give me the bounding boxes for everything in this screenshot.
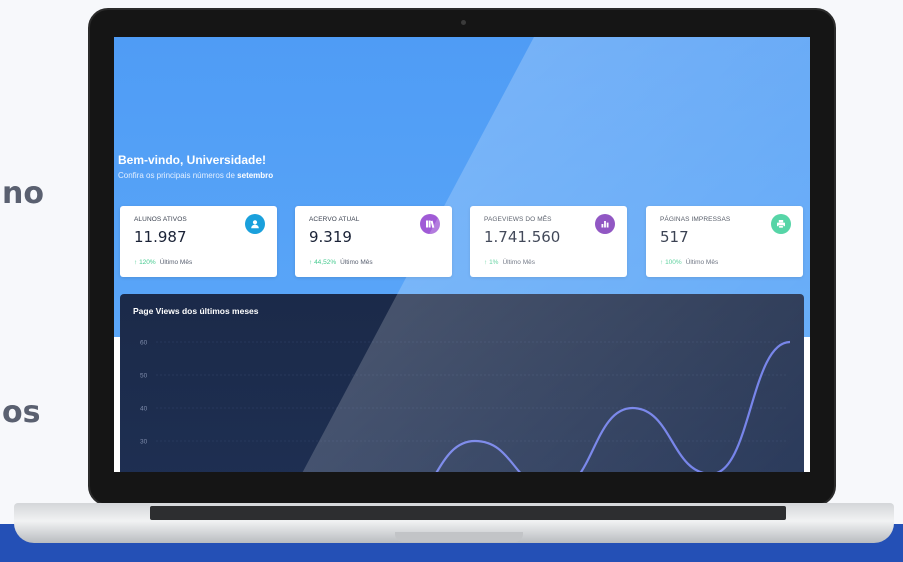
subtitle-prefix: Confira os principais números de [118,171,238,180]
trend-value: 44,52% [314,259,337,266]
camera-icon [461,20,466,25]
y-tick-label: 60 [140,340,148,347]
trend-ref: Último Mês [685,259,719,266]
stage: no os Bem-vindo, Universidade! Confira o… [0,0,903,562]
books-icon [420,214,440,234]
dashboard-hero: Bem-vindo, Universidade! Confira os prin… [114,37,810,337]
trend-ref: Último Mês [502,259,535,266]
stat-trend: ↑ 120% Último Mês [134,259,193,266]
stat-label: ACERVO ATUAL [309,216,360,223]
stat-label: PÁGINAS IMPRESSAS [660,216,731,223]
trend-value: 120% [139,259,156,266]
stat-value: 9.319 [309,228,352,246]
bar-chart-icon [595,214,615,234]
stat-label: PAGEVIEWS DO MÊS [484,216,552,223]
y-tick-label: 30 [140,439,148,446]
trend-ref: Último Mês [340,259,373,266]
welcome-title: Bem-vindo, Universidade! [118,153,267,167]
y-tick-label: 20 [140,472,148,473]
trend-ref: Último Mês [159,259,193,266]
background-text-2: os [2,395,41,430]
user-icon [245,214,265,234]
laptop-screen: Bem-vindo, Universidade! Confira os prin… [114,37,810,472]
background-text-1: no [2,176,44,211]
stat-value: 1.741.560 [484,228,561,246]
stat-trend: ↑ 44,52% Último Mês [309,259,373,266]
stat-value: 517 [660,228,689,246]
y-tick-label: 40 [140,406,148,413]
y-tick-label: 50 [140,373,148,380]
stat-trend: ↑ 1% Último Mês [484,259,535,266]
trend-value: 1% [489,259,499,266]
stat-card-alunos[interactable]: ALUNOS ATIVOS 11.987 ↑ 120% Último Mês [120,206,277,277]
line-chart: 60 50 40 30 20 [140,340,791,473]
stat-trend: ↑ 100% Último Mês [660,259,719,266]
welcome-subtitle: Confira os principais números de setembr… [118,171,273,180]
printer-icon [771,214,791,234]
trend-value: 100% [665,259,682,266]
stat-card-pageviews[interactable]: PAGEVIEWS DO MÊS 1.741.560 ↑ 1% Último Mê… [470,206,627,277]
pageviews-chart: Page Views dos últimos meses 6050403020 [120,294,804,472]
stat-label: ALUNOS ATIVOS [134,216,187,223]
stat-value: 11.987 [134,228,187,246]
stat-card-acervo[interactable]: ACERVO ATUAL 9.319 ↑ 44,52% Último Mês [295,206,452,277]
trackpad-notch [395,532,523,542]
series-line [435,340,791,472]
keyboard-hinge [150,506,786,520]
stat-card-paginas[interactable]: PÁGINAS IMPRESSAS 517 ↑ 100% Último Mês [646,206,803,277]
subtitle-month: setembro [237,171,274,180]
